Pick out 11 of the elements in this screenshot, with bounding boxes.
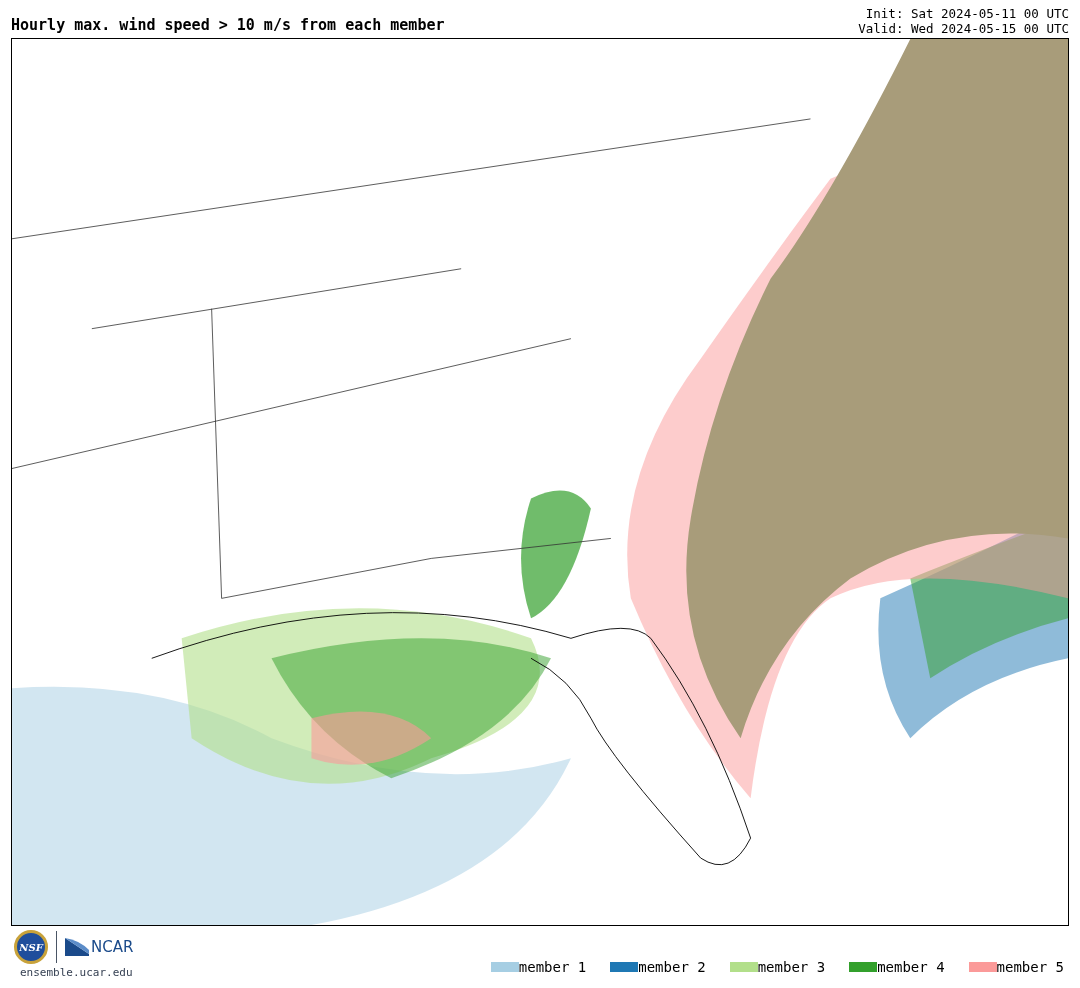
valid-time: Valid: Wed 2024-05-15 00 UTC	[858, 21, 1069, 36]
init-time: Init: Sat 2024-05-11 00 UTC	[865, 6, 1069, 21]
chart-title: Hourly max. wind speed > 10 m/s from each member	[11, 18, 445, 33]
site-url: ensemble.ucar.edu	[20, 965, 133, 981]
nsf-logo: NSF	[14, 930, 48, 964]
ncar-logo: NCAR	[65, 935, 134, 959]
legend-label: member 4	[877, 957, 945, 977]
legend-label: member 3	[757, 957, 826, 977]
legend-label: member 1	[518, 957, 587, 977]
legend-label: member 2	[638, 957, 706, 977]
legend-label: member 5	[996, 957, 1064, 977]
